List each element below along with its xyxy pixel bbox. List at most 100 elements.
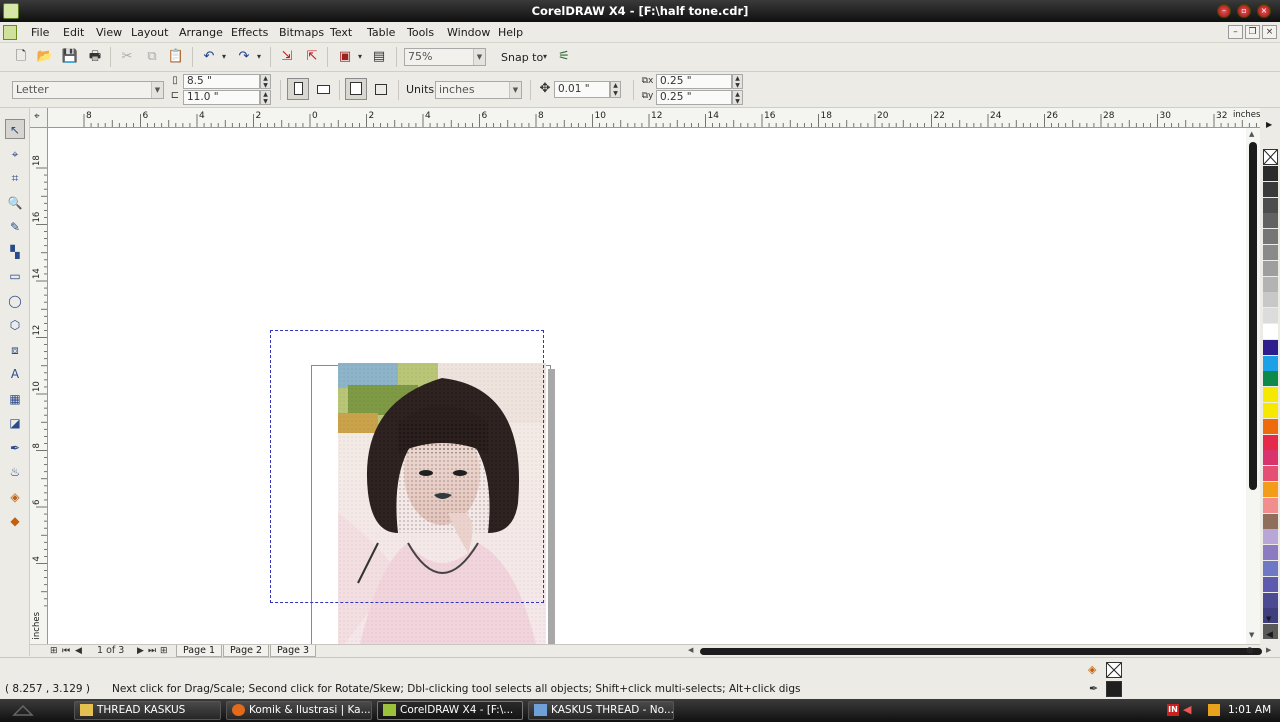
- application-launcher-icon[interactable]: ▣: [336, 48, 354, 66]
- menu-text[interactable]: Text: [330, 26, 352, 39]
- rectangle-tool-icon[interactable]: ▭: [5, 266, 25, 286]
- no-fill-swatch[interactable]: [1263, 149, 1278, 165]
- text-tool-icon[interactable]: A: [5, 364, 25, 384]
- close-icon[interactable]: ×: [1257, 4, 1271, 18]
- pick-tool-icon[interactable]: ↖: [5, 119, 25, 139]
- duplicate-x-field[interactable]: 0.25 " ▲ ▼: [656, 74, 743, 89]
- color-swatch[interactable]: [1263, 292, 1278, 309]
- outline-tool-icon[interactable]: ♨: [5, 462, 25, 482]
- scroll-down-icon[interactable]: ▼: [1249, 631, 1254, 639]
- eyedropper-tool-icon[interactable]: ✒: [5, 438, 25, 458]
- color-swatch[interactable]: [1263, 387, 1278, 404]
- options-icon[interactable]: ⚟: [555, 48, 573, 66]
- cut-icon[interactable]: ✂: [118, 48, 136, 66]
- menu-table[interactable]: Table: [367, 26, 395, 39]
- language-indicator[interactable]: IN: [1167, 704, 1179, 716]
- page-height-field[interactable]: 11.0 " ▲ ▼: [183, 90, 271, 105]
- spinner-icon[interactable]: ▲ ▼: [610, 81, 621, 98]
- menu-arrange[interactable]: Arrange: [179, 26, 223, 39]
- paste-icon[interactable]: 📋: [167, 48, 185, 66]
- crop-tool-icon[interactable]: ⌗: [5, 168, 25, 188]
- smart-fill-tool-icon[interactable]: ▚: [5, 242, 25, 262]
- redo-icon[interactable]: ↷: [235, 48, 253, 66]
- doc-restore-icon[interactable]: ❐: [1245, 25, 1260, 39]
- palette-flyout-icon[interactable]: ◀: [1266, 630, 1273, 640]
- vertical-scrollbar-thumb[interactable]: [1249, 142, 1257, 490]
- scroll-up-icon[interactable]: ▲: [1249, 130, 1254, 138]
- color-swatch[interactable]: [1263, 513, 1278, 530]
- horizontal-scrollbar-thumb[interactable]: [700, 648, 1262, 655]
- color-swatch[interactable]: [1263, 166, 1278, 182]
- landscape-button[interactable]: [312, 78, 334, 100]
- next-page-icon[interactable]: ▶: [137, 645, 144, 657]
- color-swatch[interactable]: [1263, 403, 1278, 419]
- previous-page-icon[interactable]: ◀: [75, 645, 82, 657]
- start-button[interactable]: [10, 703, 36, 718]
- print-icon[interactable]: 🖶: [86, 48, 104, 66]
- menu-file[interactable]: File: [31, 26, 49, 39]
- save-icon[interactable]: 💾: [61, 48, 79, 66]
- task-coreldraw[interactable]: CorelDRAW X4 - [F:\...: [377, 701, 523, 720]
- horizontal-scrollbar[interactable]: ◀ ▶: [686, 646, 1276, 656]
- redo-list-icon[interactable]: ▾: [254, 48, 264, 66]
- first-page-icon[interactable]: ⏮: [62, 645, 70, 657]
- color-swatch[interactable]: [1263, 450, 1278, 467]
- tab-page-1[interactable]: Page 1: [176, 645, 223, 657]
- color-swatch[interactable]: [1263, 229, 1278, 246]
- launcher-dropdown-icon[interactable]: ▾: [355, 48, 365, 66]
- color-swatch[interactable]: [1263, 308, 1278, 325]
- fill-tool-icon[interactable]: ◈: [5, 487, 25, 507]
- color-swatch[interactable]: [1263, 197, 1278, 214]
- snap-to-label[interactable]: Snap to: [501, 51, 543, 64]
- menu-effects[interactable]: Effects: [231, 26, 268, 39]
- new-document-icon[interactable]: 🗋: [12, 48, 30, 66]
- document-icon[interactable]: [3, 25, 17, 40]
- color-swatch[interactable]: [1263, 339, 1278, 356]
- fill-color-indicator[interactable]: [1106, 662, 1122, 678]
- paper-type-combo[interactable]: Letter ▼: [12, 81, 164, 99]
- snap-to-dropdown-icon[interactable]: ▾: [540, 48, 550, 66]
- table-tool-icon[interactable]: ▦: [5, 389, 25, 409]
- spinner-icon[interactable]: ▲ ▼: [732, 90, 743, 105]
- vertical-scrollbar[interactable]: ▲ ▼: [1246, 128, 1260, 644]
- color-swatch[interactable]: [1263, 355, 1278, 372]
- color-swatch[interactable]: [1263, 245, 1278, 261]
- horizontal-ruler[interactable]: 8 6 4 2 0 2 4 6 8 10 12 14 16 18 20 22 24 26 28 30 32 inches: [30, 108, 1260, 128]
- open-icon[interactable]: 📂: [36, 48, 54, 66]
- color-swatch[interactable]: [1263, 529, 1278, 546]
- menu-view[interactable]: View: [96, 26, 122, 39]
- copy-icon[interactable]: ⧉: [143, 48, 161, 66]
- undo-icon[interactable]: ↶: [200, 48, 218, 66]
- palette-scroll-up-icon[interactable]: ▶: [1266, 120, 1272, 129]
- interactive-fill-tool-icon[interactable]: ◆: [5, 511, 25, 531]
- basic-shapes-tool-icon[interactable]: ⧈: [5, 340, 25, 360]
- color-swatch[interactable]: [1263, 545, 1278, 562]
- spinner-icon[interactable]: ▲ ▼: [260, 74, 271, 89]
- task-thread-kaskus[interactable]: THREAD KASKUS: [74, 701, 221, 720]
- drawing-canvas[interactable]: [48, 128, 1246, 644]
- spinner-icon[interactable]: ▲ ▼: [732, 74, 743, 89]
- color-swatch[interactable]: [1263, 324, 1278, 340]
- color-swatch[interactable]: [1263, 592, 1278, 609]
- color-swatch[interactable]: [1263, 497, 1278, 514]
- scroll-right-icon[interactable]: ▶: [1266, 646, 1271, 654]
- menu-layout[interactable]: Layout: [131, 26, 168, 39]
- nudge-field[interactable]: 0.01 " ▲ ▼: [554, 81, 621, 98]
- undo-list-icon[interactable]: ▾: [219, 48, 229, 66]
- freehand-tool-icon[interactable]: ✎: [5, 217, 25, 237]
- import-icon[interactable]: ⇲: [278, 48, 296, 66]
- color-swatch[interactable]: [1263, 466, 1278, 483]
- tray-arrow-icon[interactable]: ◀: [1183, 703, 1191, 716]
- color-swatch[interactable]: [1263, 576, 1278, 593]
- doc-close-icon[interactable]: ×: [1262, 25, 1277, 39]
- shape-tool-icon[interactable]: ⌖: [5, 144, 25, 164]
- current-page-button[interactable]: [370, 78, 392, 100]
- interactive-blend-tool-icon[interactable]: ◪: [5, 413, 25, 433]
- portrait-button[interactable]: [287, 78, 309, 100]
- menu-help[interactable]: Help: [498, 26, 523, 39]
- polygon-tool-icon[interactable]: ⬡: [5, 315, 25, 335]
- export-icon[interactable]: ⇱: [303, 48, 321, 66]
- color-swatch[interactable]: [1263, 276, 1278, 293]
- menu-window[interactable]: Window: [447, 26, 490, 39]
- chevron-down-icon[interactable]: ▼: [151, 82, 163, 98]
